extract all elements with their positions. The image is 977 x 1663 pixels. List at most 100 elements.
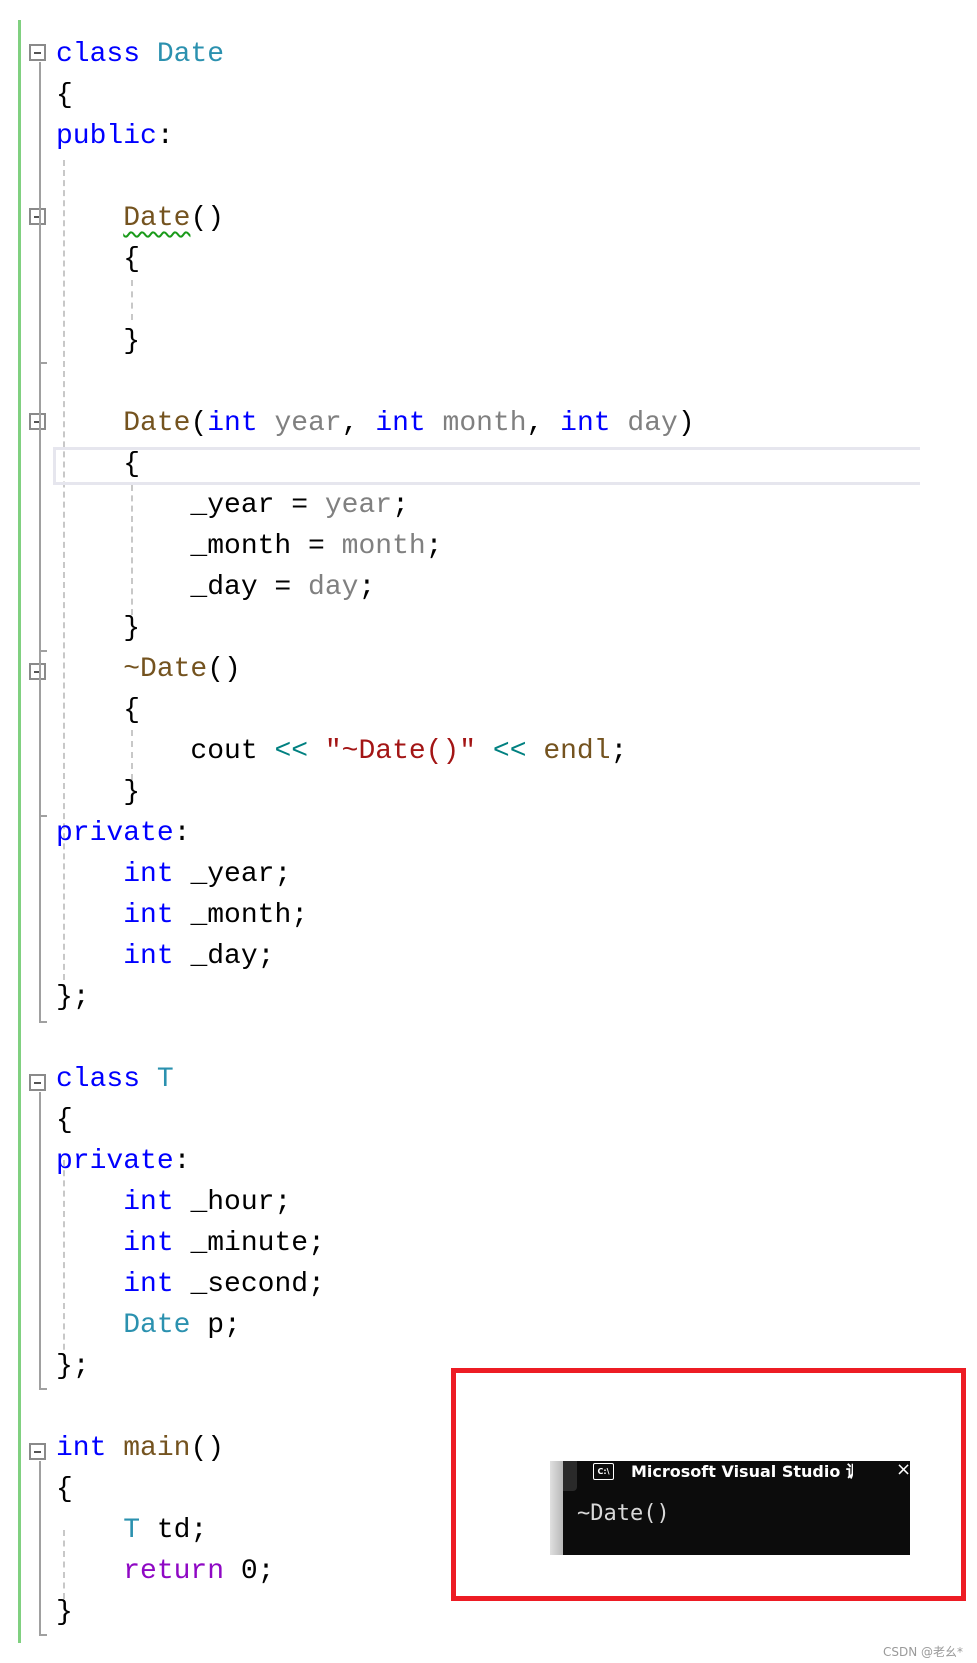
code-line[interactable]: private: xyxy=(56,1141,190,1182)
code-token: } xyxy=(56,1597,73,1628)
code-line[interactable]: _month = month; xyxy=(56,526,442,567)
code-token: private xyxy=(56,818,174,849)
code-token: _hour; xyxy=(173,1187,292,1218)
collapse-icon[interactable] xyxy=(29,44,46,61)
code-token: 0; xyxy=(224,1556,275,1587)
code-line[interactable]: } xyxy=(56,321,140,362)
outline-line xyxy=(39,1461,41,1636)
code-token: day xyxy=(627,408,678,439)
code-token: year xyxy=(274,408,342,439)
code-token: () xyxy=(207,654,241,685)
code-token: }; xyxy=(56,1351,90,1382)
code-token: int xyxy=(56,1433,107,1464)
code-token: ; xyxy=(425,531,443,562)
code-token: private xyxy=(56,1146,174,1177)
code-token: } xyxy=(56,326,141,357)
outline-line xyxy=(39,362,47,364)
code-token: { xyxy=(56,1474,73,1505)
code-token: T xyxy=(123,1515,141,1546)
code-line[interactable]: } xyxy=(56,1592,73,1633)
code-line[interactable]: { xyxy=(56,239,140,280)
collapse-icon[interactable] xyxy=(29,1443,46,1460)
code-line[interactable]: int _second; xyxy=(56,1264,325,1305)
code-line[interactable]: private: xyxy=(56,813,190,854)
indent-guide xyxy=(131,280,133,320)
code-line[interactable]: }; xyxy=(56,977,90,1018)
close-icon[interactable]: × xyxy=(896,1459,911,1480)
code-token: T xyxy=(156,1064,174,1095)
code-token: int xyxy=(123,941,174,972)
code-token: { xyxy=(56,244,141,275)
code-token: : xyxy=(173,818,191,849)
code-token: int xyxy=(207,408,258,439)
code-token: ; xyxy=(610,736,628,767)
code-token: cout xyxy=(56,736,275,767)
code-token: } xyxy=(56,613,141,644)
code-token: _second; xyxy=(173,1269,325,1300)
debug-console-window[interactable]: C:\ Microsoft Visual Studio 调试控制台 × ~Dat… xyxy=(550,1459,911,1555)
code-line[interactable]: int _minute; xyxy=(56,1223,325,1264)
code-line[interactable]: }; xyxy=(56,1346,90,1387)
code-line[interactable]: _year = year; xyxy=(56,485,408,526)
collapse-icon[interactable] xyxy=(29,208,46,225)
collapse-icon[interactable] xyxy=(29,663,46,680)
code-token: class xyxy=(56,1064,157,1095)
code-line[interactable]: int _month; xyxy=(56,895,308,936)
code-line[interactable]: { xyxy=(56,1469,73,1510)
code-line[interactable]: Date(int year, int month, int day) xyxy=(56,403,695,444)
change-indicator-bar xyxy=(18,20,21,1643)
code-line[interactable]: int _hour; xyxy=(56,1182,291,1223)
code-line[interactable]: { xyxy=(56,690,140,731)
collapse-icon[interactable] xyxy=(29,1074,46,1091)
code-line[interactable]: Date p; xyxy=(56,1305,241,1346)
code-token: ~Date xyxy=(123,654,208,685)
code-token: }; xyxy=(56,982,90,1013)
code-line[interactable]: } xyxy=(56,608,140,649)
code-line[interactable]: _day = day; xyxy=(56,567,375,608)
collapse-icon[interactable] xyxy=(29,413,46,430)
code-token: ) xyxy=(677,408,695,439)
code-token: return xyxy=(123,1556,225,1587)
code-token: : xyxy=(156,121,174,152)
code-line[interactable]: } xyxy=(56,772,140,813)
code-line[interactable]: class T xyxy=(56,1059,174,1100)
code-line[interactable]: int _year; xyxy=(56,854,291,895)
code-line[interactable]: cout << "~Date()" << endl; xyxy=(56,731,627,772)
code-line[interactable]: return 0; xyxy=(56,1551,274,1592)
code-token: << xyxy=(274,736,309,767)
outline-line xyxy=(39,62,41,1022)
code-token: int xyxy=(123,1187,174,1218)
outline-line xyxy=(39,1092,41,1390)
code-line[interactable]: T td; xyxy=(56,1510,207,1551)
code-token: _day; xyxy=(173,941,275,972)
code-token: month xyxy=(341,531,426,562)
code-line[interactable]: int _day; xyxy=(56,936,274,977)
code-token: << xyxy=(492,736,527,767)
code-line[interactable]: ~Date() xyxy=(56,649,241,690)
code-line[interactable]: { xyxy=(56,75,73,116)
code-line[interactable]: int main() xyxy=(56,1428,224,1469)
code-token: { xyxy=(56,1105,73,1136)
code-token: _month = xyxy=(56,531,342,562)
code-token: Date xyxy=(123,203,191,234)
code-token: () xyxy=(190,1433,225,1464)
code-token: day xyxy=(308,572,359,603)
code-token: _day = xyxy=(56,572,309,603)
code-line[interactable]: public: xyxy=(56,116,174,157)
console-tab xyxy=(563,1461,577,1491)
code-line[interactable]: class Date xyxy=(56,34,224,75)
code-token: _minute; xyxy=(173,1228,325,1259)
code-line[interactable]: Date() xyxy=(56,198,224,239)
code-token: () xyxy=(190,203,225,234)
code-token: ( xyxy=(190,408,208,439)
code-line[interactable]: { xyxy=(56,1100,73,1141)
code-line[interactable]: { xyxy=(56,444,140,485)
